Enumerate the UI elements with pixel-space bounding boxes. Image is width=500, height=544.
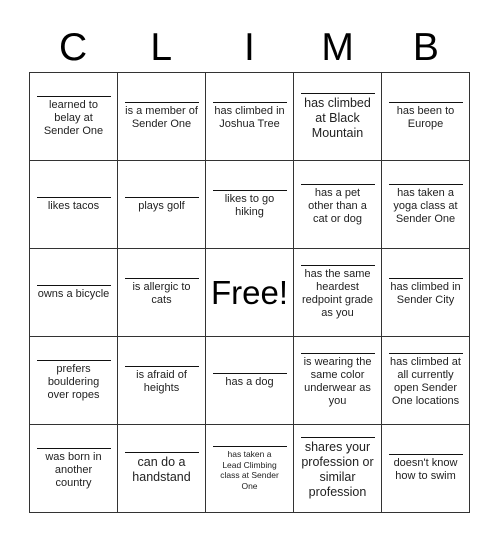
name-blank-line <box>212 372 287 374</box>
bingo-cell[interactable]: is allergic to cats <box>118 249 206 337</box>
cell-text: has been to Europe <box>396 105 455 130</box>
name-blank-line <box>388 353 463 354</box>
bingo-cell[interactable]: plays golf <box>118 161 206 249</box>
free-space-label: Free! <box>210 273 289 311</box>
cell-text: has taken a yoga class at Sender One <box>393 186 458 225</box>
bingo-cell[interactable]: can do a handstand <box>118 425 206 513</box>
cell-text: has a pet other than a cat or dog <box>308 186 367 225</box>
name-blank-line <box>36 359 111 361</box>
name-blank-line <box>388 278 463 279</box>
name-blank-line <box>300 92 375 94</box>
bingo-cell[interactable]: was born in another country <box>30 425 118 513</box>
cell-text: has taken a Lead Climbing class at Sende… <box>220 449 279 491</box>
name-blank-line <box>388 454 463 455</box>
cell-text: is allergic to cats <box>132 281 191 306</box>
bingo-cell[interactable]: has been to Europe <box>382 73 470 161</box>
name-blank-line <box>36 95 111 97</box>
bingo-cell[interactable]: likes to go hiking <box>206 161 294 249</box>
bingo-cell[interactable]: has a pet other than a cat or dog <box>294 161 382 249</box>
name-blank-line <box>300 437 375 438</box>
header-letter-c: C <box>59 26 88 69</box>
header-letter-b: B <box>412 26 439 69</box>
header-letter-i: I <box>244 26 255 69</box>
cell-text: has a dog <box>225 375 274 388</box>
name-blank-line <box>212 446 287 447</box>
name-blank-line <box>124 278 199 279</box>
name-blank-line <box>300 183 375 185</box>
name-blank-line <box>36 196 111 198</box>
bingo-cell[interactable]: has climbed in Joshua Tree <box>206 73 294 161</box>
name-blank-line <box>212 190 287 191</box>
bingo-cell[interactable]: owns a bicycle <box>30 249 118 337</box>
bingo-cell[interactable]: learned to belay at Sender One <box>30 73 118 161</box>
cell-text: prefers bouldering over ropes <box>47 362 100 401</box>
name-blank-line <box>388 102 463 103</box>
cell-text: learned to belay at Sender One <box>43 98 104 137</box>
cell-text: has climbed at all currently open Sender… <box>390 356 461 407</box>
name-blank-line <box>36 447 111 449</box>
bingo-cell[interactable]: has the same heardest redpoint grade as … <box>294 249 382 337</box>
bingo-cell[interactable]: doesn't know how to swim <box>382 425 470 513</box>
cell-text: doesn't know how to swim <box>393 457 458 482</box>
cell-text: has climbed in Joshua Tree <box>214 105 285 130</box>
cell-text: has climbed at Black Mountain <box>304 95 371 140</box>
cell-text: has climbed in Sender City <box>390 281 461 306</box>
name-blank-line <box>124 196 199 198</box>
name-blank-line <box>124 102 199 103</box>
cell-text: plays golf <box>138 199 185 212</box>
header-letter-m: M <box>321 26 354 69</box>
cell-text: can do a handstand <box>132 455 191 484</box>
name-blank-line <box>388 183 463 185</box>
cell-text: is a member of Sender One <box>125 105 198 130</box>
header-letter-l: L <box>150 26 173 69</box>
bingo-cell[interactable]: shares your profession or similar profes… <box>294 425 382 513</box>
name-blank-line <box>124 452 199 453</box>
cell-text: likes tacos <box>47 199 100 212</box>
cell-text: owns a bicycle <box>37 287 110 300</box>
cell-text: is afraid of heights <box>136 369 187 394</box>
bingo-grid: learned to belay at Sender One is a memb… <box>29 72 470 513</box>
bingo-header: C L I M B <box>29 26 470 70</box>
name-blank-line <box>300 353 375 354</box>
bingo-cell[interactable]: has taken a Lead Climbing class at Sende… <box>206 425 294 513</box>
name-blank-line <box>124 366 199 367</box>
cell-text: shares your profession or similar profes… <box>301 440 374 499</box>
bingo-cell[interactable]: has climbed in Sender City <box>382 249 470 337</box>
bingo-cell[interactable]: has climbed at Black Mountain <box>294 73 382 161</box>
bingo-cell[interactable]: is a member of Sender One <box>118 73 206 161</box>
bingo-cell[interactable]: is wearing the same color underwear as y… <box>294 337 382 425</box>
bingo-cell[interactable]: prefers bouldering over ropes <box>30 337 118 425</box>
name-blank-line <box>212 102 287 103</box>
cell-text: has the same heardest redpoint grade as … <box>302 268 373 319</box>
free-space[interactable]: Free! <box>206 249 294 337</box>
bingo-cell[interactable]: likes tacos <box>30 161 118 249</box>
bingo-cell[interactable]: has taken a yoga class at Sender One <box>382 161 470 249</box>
bingo-cell[interactable]: is afraid of heights <box>118 337 206 425</box>
bingo-cell[interactable]: has climbed at all currently open Sender… <box>382 337 470 425</box>
name-blank-line <box>36 284 111 286</box>
cell-text: was born in another country <box>45 450 102 489</box>
cell-text: is wearing the same color underwear as y… <box>303 356 372 407</box>
cell-text: likes to go hiking <box>224 193 275 218</box>
bingo-cell[interactable]: has a dog <box>206 337 294 425</box>
name-blank-line <box>300 265 375 266</box>
